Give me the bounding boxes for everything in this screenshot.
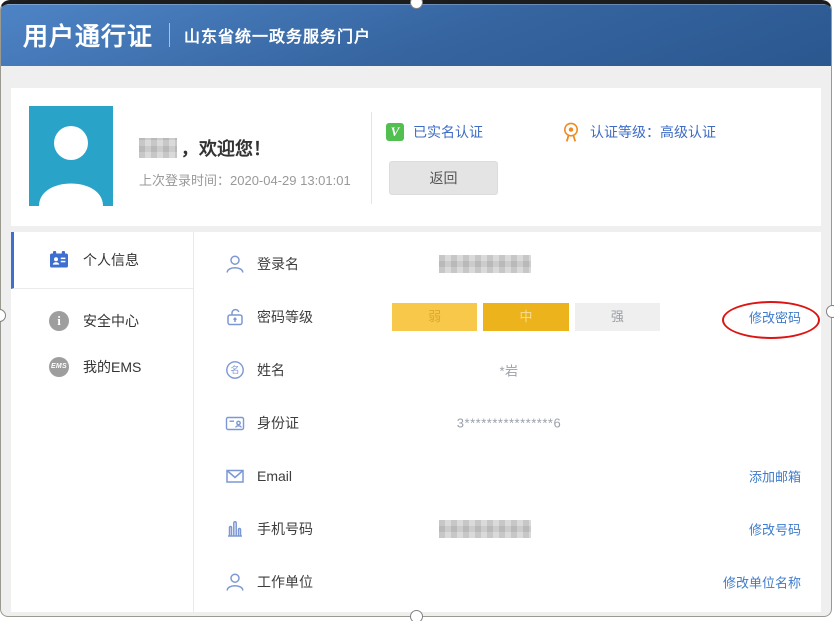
name-value: *岩	[384, 360, 634, 379]
id-card-icon	[224, 412, 246, 434]
last-login-time: 上次登录时间：2020-04-29 13:01:01	[139, 170, 351, 189]
password-strength-meter: 弱 中 强	[392, 303, 660, 331]
redacted-mobile-number	[439, 520, 531, 538]
row-login-name: 登录名	[194, 237, 821, 290]
main-panel: 个人信息 i 安全中心 EMS 我的EMS	[11, 232, 821, 612]
medal-icon	[561, 121, 581, 143]
ems-icon: EMS	[49, 357, 69, 377]
auth-level-group: 认证等级：高级认证	[561, 121, 716, 143]
name-icon-char: 名	[230, 364, 239, 375]
id-badge-icon	[49, 250, 69, 270]
redacted-username	[139, 138, 177, 158]
mobile-signal-icon	[224, 518, 246, 540]
profile-detail-list: 登录名 密码等级 弱 中 强	[194, 232, 821, 608]
resize-handle-bottom[interactable]	[410, 610, 423, 621]
name-circle-icon: 名	[224, 359, 246, 381]
field-label: Email	[257, 468, 292, 484]
redacted-login-name	[439, 255, 531, 273]
field-label: 密码等级	[257, 307, 313, 327]
row-mobile: 手机号码 修改号码	[194, 502, 821, 555]
auth-level-label: 认证等级：高级认证	[590, 122, 716, 142]
user-summary-card: ，欢迎您！ 上次登录时间：2020-04-29 13:01:01 V 已实名认证…	[11, 88, 821, 226]
user-icon	[224, 253, 246, 275]
row-id-card: 身份证 3****************6	[194, 396, 821, 449]
sidebar-item-my-ems[interactable]: EMS 我的EMS	[11, 347, 193, 387]
portal-subtitle: 山东省统一政务服务门户	[184, 23, 371, 47]
sidebar-item-label: 我的EMS	[83, 357, 141, 377]
field-label: 登录名	[257, 254, 299, 274]
sidebar-item-label: 安全中心	[83, 311, 139, 331]
welcome-heading: ，欢迎您！	[139, 135, 271, 161]
person-silhouette-icon	[29, 106, 113, 206]
app-window: 用户通行证 山东省统一政务服务门户 ，欢迎您！ 上次登录时间：2020-04-2…	[0, 0, 832, 617]
strength-bar-medium: 中	[483, 303, 568, 331]
field-label: 手机号码	[257, 519, 313, 539]
add-email-link[interactable]: 添加邮箱	[749, 466, 801, 485]
lock-icon	[224, 306, 246, 328]
strength-bar-strong: 强	[575, 303, 660, 331]
app-title: 用户通行证	[23, 17, 153, 53]
avatar	[29, 106, 113, 206]
id-card-value: 3****************6	[384, 415, 634, 430]
header-divider	[169, 23, 170, 47]
envelope-icon	[224, 465, 246, 487]
sidebar-item-security-center[interactable]: i 安全中心	[11, 301, 193, 341]
header-bar: 用户通行证 山东省统一政务服务门户	[1, 4, 831, 66]
info-icon: i	[49, 311, 69, 331]
realname-verified-icon: V	[386, 123, 404, 141]
welcome-text: ，欢迎您！	[181, 135, 271, 161]
row-email: Email 添加邮箱	[194, 449, 821, 502]
change-password-link[interactable]: 修改密码	[749, 307, 801, 326]
badge-row: V 已实名认证 认证等级：高级认证	[386, 121, 716, 143]
screenshot-stage: 用户通行证 山东省统一政务服务门户 ，欢迎您！ 上次登录时间：2020-04-2…	[0, 0, 834, 621]
sidebar: 个人信息 i 安全中心 EMS 我的EMS	[11, 232, 194, 612]
strength-bar-weak: 弱	[392, 303, 477, 331]
change-work-unit-link[interactable]: 修改单位名称	[723, 572, 801, 591]
card-vertical-divider	[371, 112, 372, 204]
realname-verified-label: 已实名认证	[413, 122, 483, 142]
sidebar-item-label: 个人信息	[83, 250, 139, 270]
field-label: 工作单位	[257, 572, 313, 592]
back-button[interactable]: 返回	[389, 161, 498, 195]
change-mobile-link[interactable]: 修改号码	[749, 519, 801, 538]
sidebar-item-personal-info[interactable]: 个人信息	[11, 232, 193, 289]
user-icon	[224, 571, 246, 593]
field-label: 身份证	[257, 413, 299, 433]
resize-handle-right[interactable]	[826, 305, 834, 318]
field-label: 姓名	[257, 360, 285, 380]
row-work-unit: 工作单位 修改单位名称	[194, 555, 821, 608]
row-password-level: 密码等级 弱 中 强 修改密码	[194, 290, 821, 343]
row-name: 名 姓名 *岩	[194, 343, 821, 396]
